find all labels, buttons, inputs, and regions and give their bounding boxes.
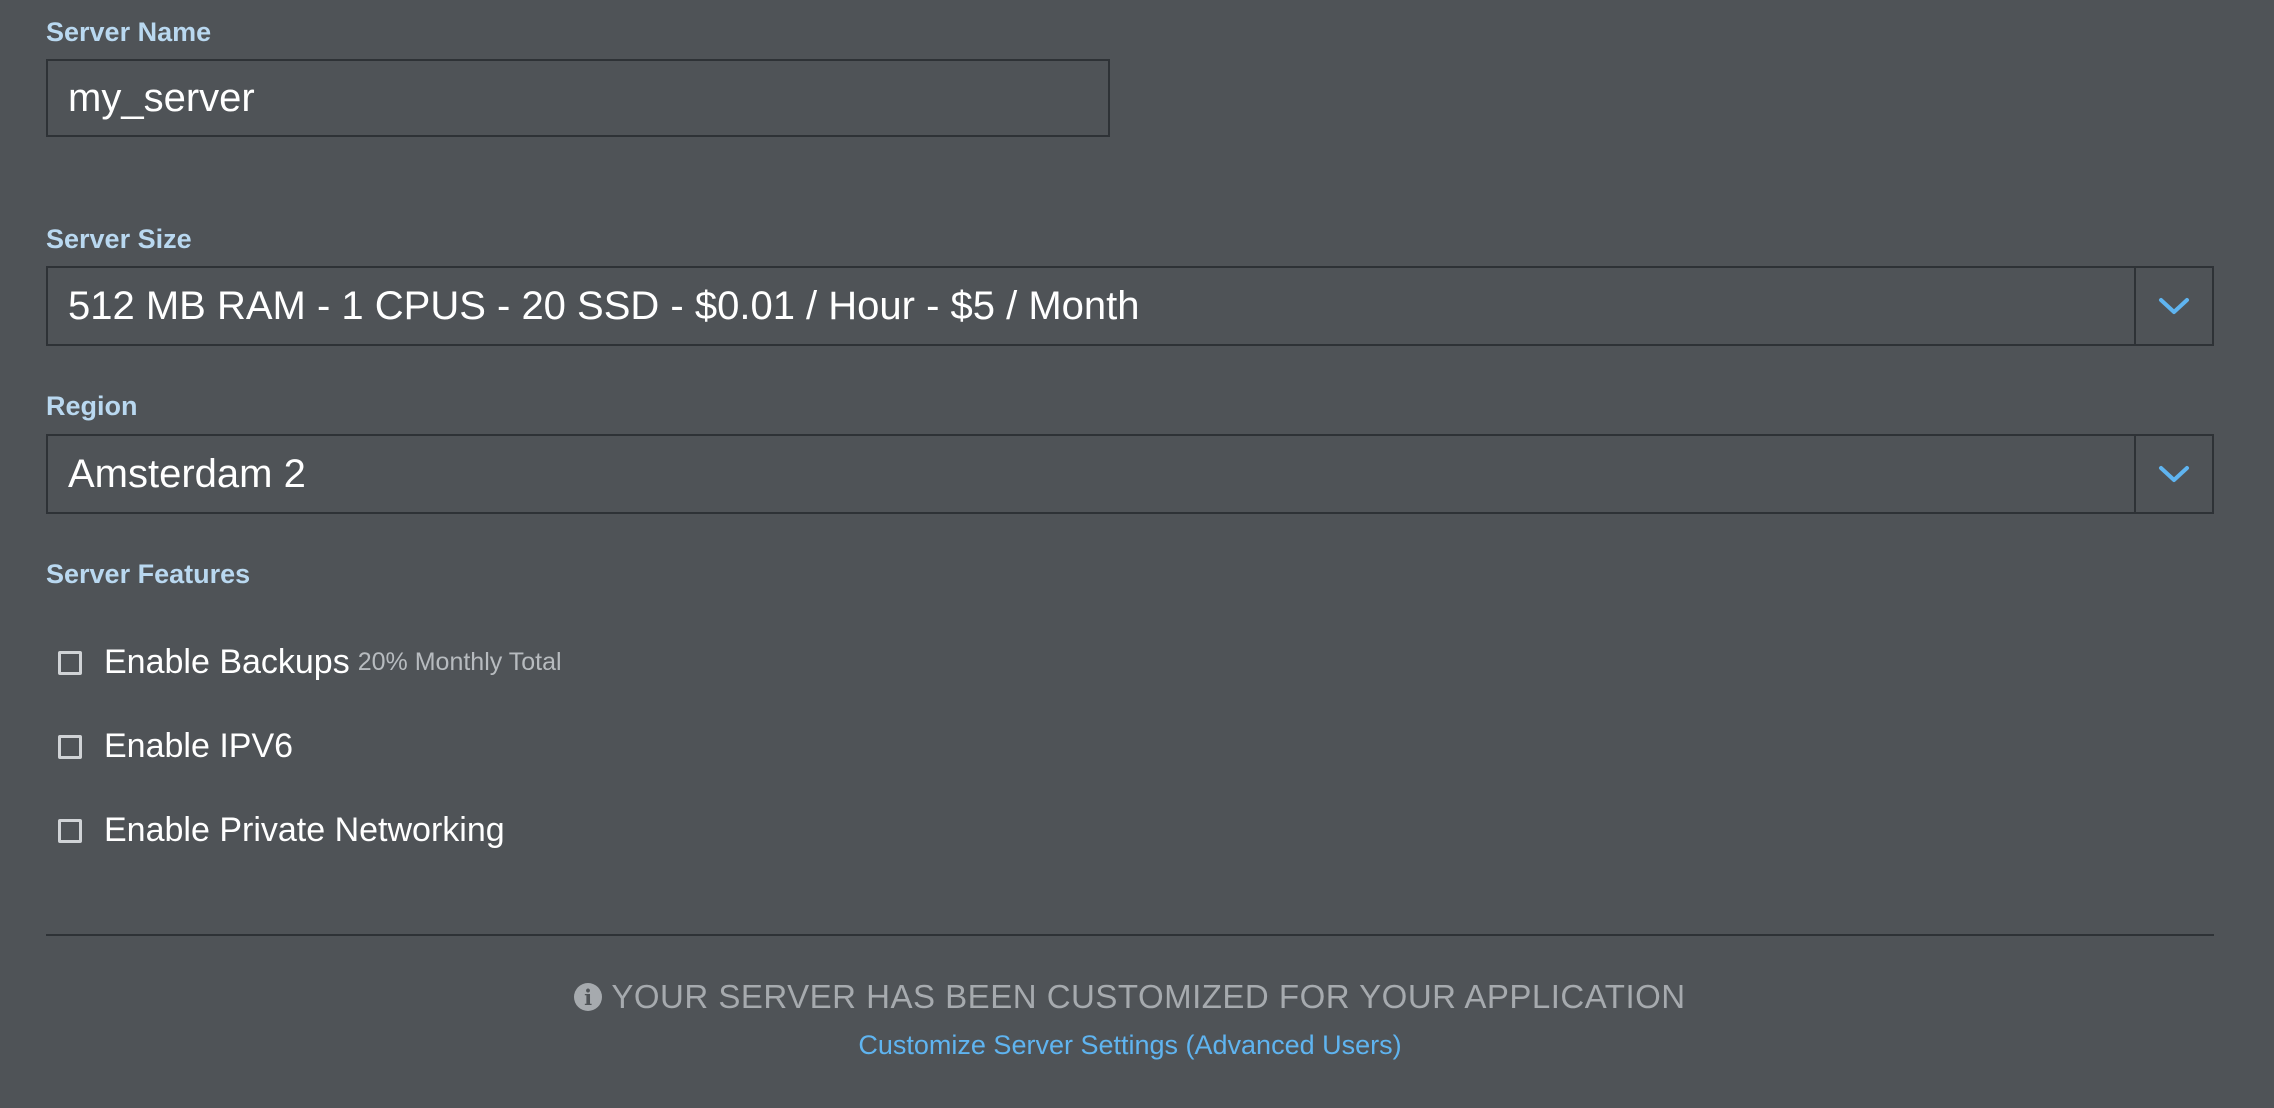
section-divider [46,934,2214,936]
private-networking-checkbox[interactable] [58,818,82,843]
backups-label: Enable Backups [104,643,350,681]
server-features-label: Server Features [46,559,251,589]
ipv6-checkbox[interactable] [58,734,82,759]
server-size-label: Server Size [46,224,192,254]
customization-notice: i YOUR SERVER HAS BEEN CUSTOMIZED FOR YO… [0,978,2260,1016]
customize-server-settings-link[interactable]: Customize Server Settings (Advanced User… [0,1030,2260,1061]
region-label: Region [46,391,138,421]
region-value: Amsterdam 2 [68,451,306,496]
chevron-down-icon [2159,298,2189,314]
feature-backups-option[interactable]: Enable Backups 20% Monthly Total [58,643,562,682]
server-size-value: 512 MB RAM - 1 CPUS - 20 SSD - $0.01 / H… [68,283,1140,328]
backups-checkbox[interactable] [58,650,82,675]
region-dropdown-toggle[interactable] [2134,436,2212,512]
server-size-select[interactable]: 512 MB RAM - 1 CPUS - 20 SSD - $0.01 / H… [46,266,2214,346]
feature-ipv6-option[interactable]: Enable IPV6 [58,727,293,766]
server-name-label: Server Name [46,17,212,47]
private-networking-label: Enable Private Networking [104,811,505,849]
server-size-dropdown-toggle[interactable] [2134,268,2212,344]
info-circle-icon: i [574,983,603,1011]
chevron-down-icon [2159,466,2189,482]
feature-private-networking-option[interactable]: Enable Private Networking [58,811,505,850]
region-select[interactable]: Amsterdam 2 [46,434,2214,514]
backups-note: 20% Monthly Total [357,648,562,676]
ipv6-label: Enable IPV6 [104,727,294,765]
customization-notice-text: YOUR SERVER HAS BEEN CUSTOMIZED FOR YOUR… [611,978,1686,1015]
server-name-input[interactable] [46,59,1110,137]
